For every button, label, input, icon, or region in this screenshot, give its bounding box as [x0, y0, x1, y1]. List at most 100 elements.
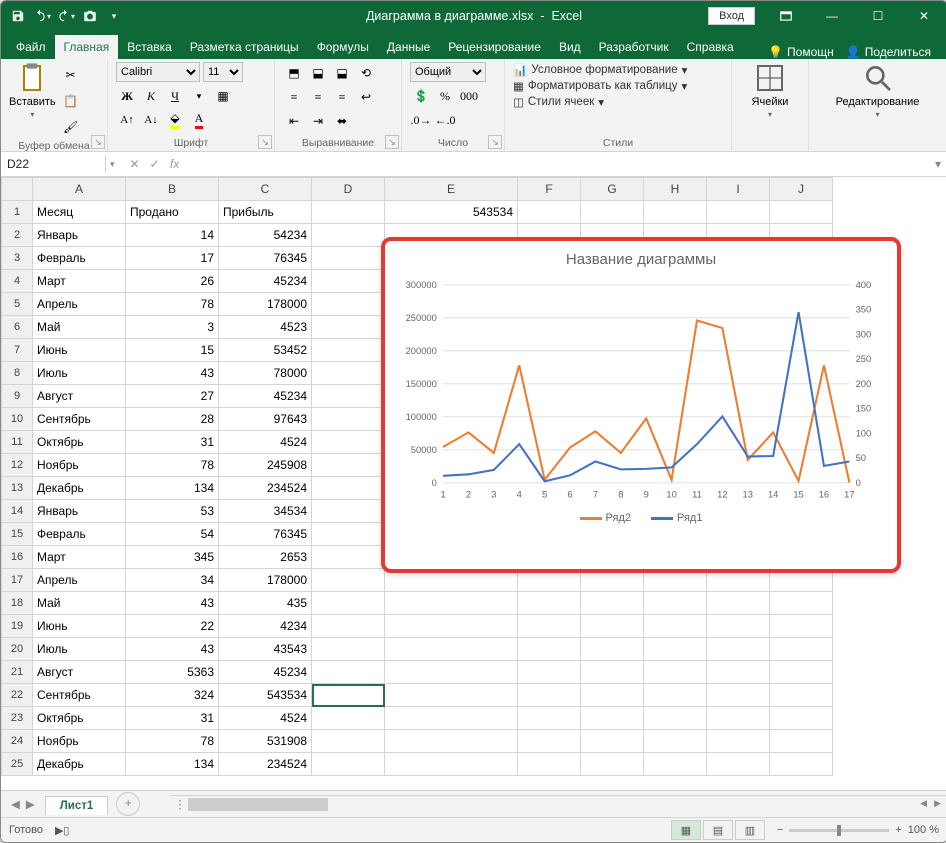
column-header[interactable]: F: [518, 178, 581, 201]
column-header[interactable]: I: [707, 178, 770, 201]
row-header[interactable]: 10: [2, 408, 33, 431]
sheet-tab[interactable]: Лист1: [45, 796, 109, 815]
column-header[interactable]: C: [219, 178, 312, 201]
cell[interactable]: Январь: [33, 500, 126, 523]
cell[interactable]: 435: [219, 592, 312, 615]
maximize-button[interactable]: ☐: [855, 1, 901, 31]
cell[interactable]: [312, 615, 385, 638]
cell[interactable]: 34534: [219, 500, 312, 523]
align-center-icon[interactable]: ≡: [307, 86, 329, 108]
italic-button[interactable]: К: [140, 85, 162, 107]
cell[interactable]: 78: [126, 293, 219, 316]
cell[interactable]: [312, 201, 385, 224]
cell[interactable]: 43: [126, 592, 219, 615]
cell[interactable]: 34: [126, 569, 219, 592]
cell[interactable]: 178000: [219, 293, 312, 316]
cell[interactable]: 78: [126, 454, 219, 477]
cell[interactable]: [312, 316, 385, 339]
cell[interactable]: Май: [33, 592, 126, 615]
row-header[interactable]: 12: [2, 454, 33, 477]
column-header[interactable]: B: [126, 178, 219, 201]
conditional-formatting-button[interactable]: 📊 Условное форматирование ▾: [513, 62, 723, 78]
cell[interactable]: Июнь: [33, 339, 126, 362]
cell[interactable]: 26: [126, 270, 219, 293]
zoom-level[interactable]: 100 %: [908, 824, 939, 836]
tab-developer[interactable]: Разработчик: [590, 35, 678, 59]
horizontal-scrollbar[interactable]: ⋮ ◀ ▶: [170, 795, 946, 813]
column-header[interactable]: E: [385, 178, 518, 201]
page-break-view-icon[interactable]: ▥: [735, 820, 765, 840]
undo-icon[interactable]: ▾: [31, 5, 53, 27]
fx-icon[interactable]: fx: [167, 157, 183, 171]
row-header[interactable]: 8: [2, 362, 33, 385]
cell-styles-button[interactable]: ◫ Стили ячеек ▾: [513, 94, 723, 110]
cell[interactable]: [312, 592, 385, 615]
row-header[interactable]: 25: [2, 753, 33, 776]
tab-scroll-right-icon[interactable]: ▶: [26, 797, 35, 811]
spreadsheet-grid[interactable]: A B C D E F G H I J 1МесяцПроданоПрибыль…: [1, 177, 946, 790]
cell[interactable]: 3: [126, 316, 219, 339]
cell[interactable]: [312, 730, 385, 753]
row-header[interactable]: 23: [2, 707, 33, 730]
format-as-table-button[interactable]: ▦ Форматировать как таблицу ▾: [513, 78, 723, 94]
decrease-decimal-icon[interactable]: ←.0: [434, 109, 456, 131]
cell[interactable]: 531908: [219, 730, 312, 753]
column-header[interactable]: J: [770, 178, 833, 201]
cell[interactable]: Июль: [33, 638, 126, 661]
accounting-icon[interactable]: 💲: [410, 85, 432, 107]
row-header[interactable]: 15: [2, 523, 33, 546]
tab-home[interactable]: Главная: [55, 35, 119, 59]
cell[interactable]: Ноябрь: [33, 730, 126, 753]
cell[interactable]: [312, 569, 385, 592]
percent-icon[interactable]: %: [434, 85, 456, 107]
row-header[interactable]: 14: [2, 500, 33, 523]
cell[interactable]: 15: [126, 339, 219, 362]
cell[interactable]: 31: [126, 707, 219, 730]
cell[interactable]: Ноябрь: [33, 454, 126, 477]
row-header[interactable]: 19: [2, 615, 33, 638]
cell[interactable]: 31: [126, 431, 219, 454]
decrease-indent-icon[interactable]: ⇤: [283, 110, 305, 132]
cell[interactable]: [312, 293, 385, 316]
cell[interactable]: 97643: [219, 408, 312, 431]
bold-button[interactable]: Ж: [116, 85, 138, 107]
tab-file[interactable]: Файл: [7, 35, 55, 59]
cut-icon[interactable]: ✂: [60, 64, 82, 86]
cell[interactable]: [312, 362, 385, 385]
copy-icon[interactable]: 📋: [60, 90, 82, 112]
row-header[interactable]: 3: [2, 247, 33, 270]
cell[interactable]: 53452: [219, 339, 312, 362]
cell[interactable]: Продано: [126, 201, 219, 224]
cell[interactable]: 345: [126, 546, 219, 569]
cell[interactable]: [312, 500, 385, 523]
cell[interactable]: 54234: [219, 224, 312, 247]
underline-button[interactable]: Ч: [164, 85, 186, 107]
align-top-icon[interactable]: ⬒: [283, 62, 305, 84]
cell[interactable]: 4524: [219, 431, 312, 454]
cell[interactable]: 543534: [219, 684, 312, 707]
row-header[interactable]: 18: [2, 592, 33, 615]
tab-scroll-left-icon[interactable]: ◀: [11, 797, 20, 811]
align-launcher-icon[interactable]: ↘: [385, 135, 399, 149]
cell[interactable]: Октябрь: [33, 431, 126, 454]
decrease-font-icon[interactable]: A↓: [140, 109, 162, 131]
comma-icon[interactable]: 000: [458, 85, 480, 107]
clipboard-launcher-icon[interactable]: ↘: [91, 135, 105, 149]
add-sheet-button[interactable]: +: [116, 792, 140, 816]
row-header[interactable]: 17: [2, 569, 33, 592]
cell[interactable]: 45234: [219, 661, 312, 684]
row-header[interactable]: 1: [2, 201, 33, 224]
cell[interactable]: Май: [33, 316, 126, 339]
number-launcher-icon[interactable]: ↘: [488, 135, 502, 149]
cell[interactable]: Июль: [33, 362, 126, 385]
row-header[interactable]: 20: [2, 638, 33, 661]
align-middle-icon[interactable]: ⬓: [307, 62, 329, 84]
cell[interactable]: Февраль: [33, 247, 126, 270]
cell[interactable]: Месяц: [33, 201, 126, 224]
row-header[interactable]: 2: [2, 224, 33, 247]
cell[interactable]: [312, 638, 385, 661]
row-header[interactable]: 5: [2, 293, 33, 316]
cell[interactable]: 45234: [219, 270, 312, 293]
cell[interactable]: 22: [126, 615, 219, 638]
cell[interactable]: [312, 753, 385, 776]
